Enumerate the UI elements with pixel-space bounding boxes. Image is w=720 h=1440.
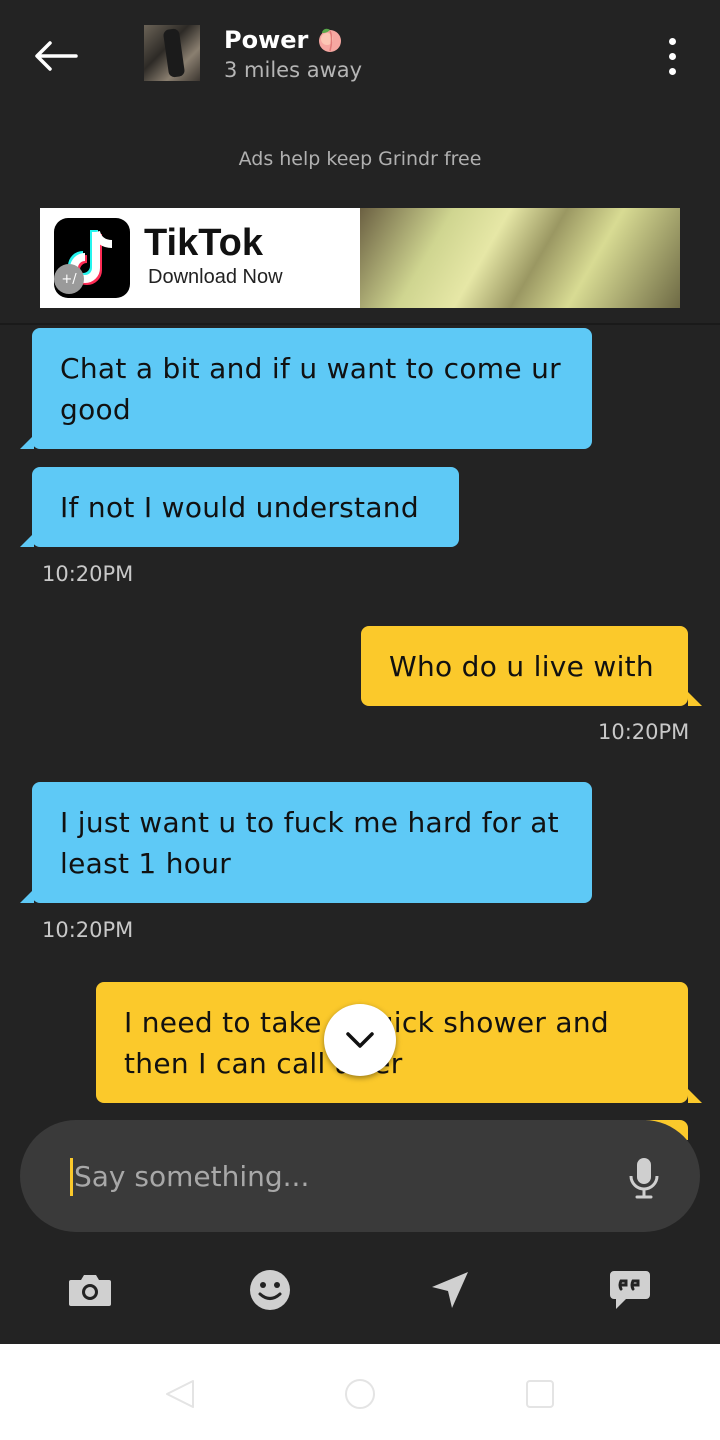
nav-back-icon <box>166 1380 194 1408</box>
message-text-line: good <box>60 393 132 426</box>
message-text-line: I just want u to fuck me hard for at <box>60 806 559 839</box>
message-composer <box>20 1120 700 1232</box>
message-bubble-incoming[interactable]: Chat a bit and if u want to come ur good <box>32 328 592 449</box>
scroll-to-bottom-button[interactable] <box>324 1004 396 1076</box>
emoji-button[interactable] <box>246 1266 294 1314</box>
camera-button[interactable] <box>66 1266 114 1314</box>
bubble-tail <box>688 692 702 706</box>
location-button[interactable] <box>426 1266 474 1314</box>
profile-name: Power <box>224 26 309 54</box>
message-input[interactable] <box>74 1154 594 1198</box>
back-arrow-icon <box>35 41 78 71</box>
message-text-line: Who do u live with <box>389 650 654 683</box>
message-timestamp: 10:20PM <box>42 562 134 586</box>
profile-name-row[interactable]: Power <box>224 26 344 54</box>
system-home-button[interactable] <box>340 1374 380 1414</box>
profile-distance: 3 miles away <box>224 58 363 82</box>
text-cursor <box>70 1158 73 1196</box>
voice-message-button[interactable] <box>620 1154 668 1202</box>
back-button[interactable] <box>26 30 86 82</box>
bubble-tail <box>20 533 34 547</box>
smiley-icon <box>250 1270 290 1310</box>
ad-choices-icon[interactable]: +/ <box>54 264 84 294</box>
message-timestamp: 10:20PM <box>598 720 690 744</box>
message-bubble-incoming[interactable]: If not I would understand <box>32 467 459 547</box>
ad-note: Ads help keep Grindr free <box>238 148 482 170</box>
ad-banner[interactable]: +/ TikTok Download Now <box>40 208 680 308</box>
ad-title: TikTok <box>144 222 263 264</box>
message-text-line: Chat a bit and if u want to come ur <box>60 352 561 385</box>
message-text-line: If not I would understand <box>60 491 419 524</box>
peach-icon <box>319 28 342 52</box>
location-icon <box>432 1272 468 1308</box>
more-options-button[interactable] <box>652 30 692 82</box>
nav-home-icon <box>345 1379 375 1409</box>
more-dot-icon <box>668 52 676 60</box>
microphone-icon <box>629 1158 659 1199</box>
message-text-line: least 1 hour <box>60 847 232 880</box>
chat-screen: Power 3 miles away Ads help keep Grindr … <box>0 0 720 1440</box>
message-bubble-incoming[interactable]: I just want u to fuck me hard for at lea… <box>32 782 592 903</box>
system-navigation-bar <box>0 1344 720 1440</box>
system-recents-button[interactable] <box>520 1374 560 1414</box>
saved-phrases-button[interactable] <box>606 1266 654 1314</box>
bubble-tail <box>688 1089 702 1103</box>
system-back-button[interactable] <box>160 1374 200 1414</box>
nav-recents-icon <box>526 1380 554 1408</box>
profile-avatar[interactable] <box>144 25 200 81</box>
divider <box>0 323 720 325</box>
bubble-tail <box>20 889 34 903</box>
bubble-tail <box>20 435 34 449</box>
message-bubble-outgoing[interactable]: Who do u live with <box>361 626 688 706</box>
ad-cta: Download Now <box>148 266 283 288</box>
saved-phrases-icon <box>610 1271 650 1309</box>
more-dot-icon <box>668 37 676 45</box>
chevron-down-icon <box>346 1032 374 1048</box>
camera-icon <box>69 1275 111 1306</box>
message-timestamp: 10:20PM <box>42 918 134 942</box>
ad-image <box>360 208 680 308</box>
chat-toolbar <box>0 1250 720 1330</box>
chat-header: Power 3 miles away <box>0 0 720 112</box>
more-dot-icon <box>668 67 676 75</box>
